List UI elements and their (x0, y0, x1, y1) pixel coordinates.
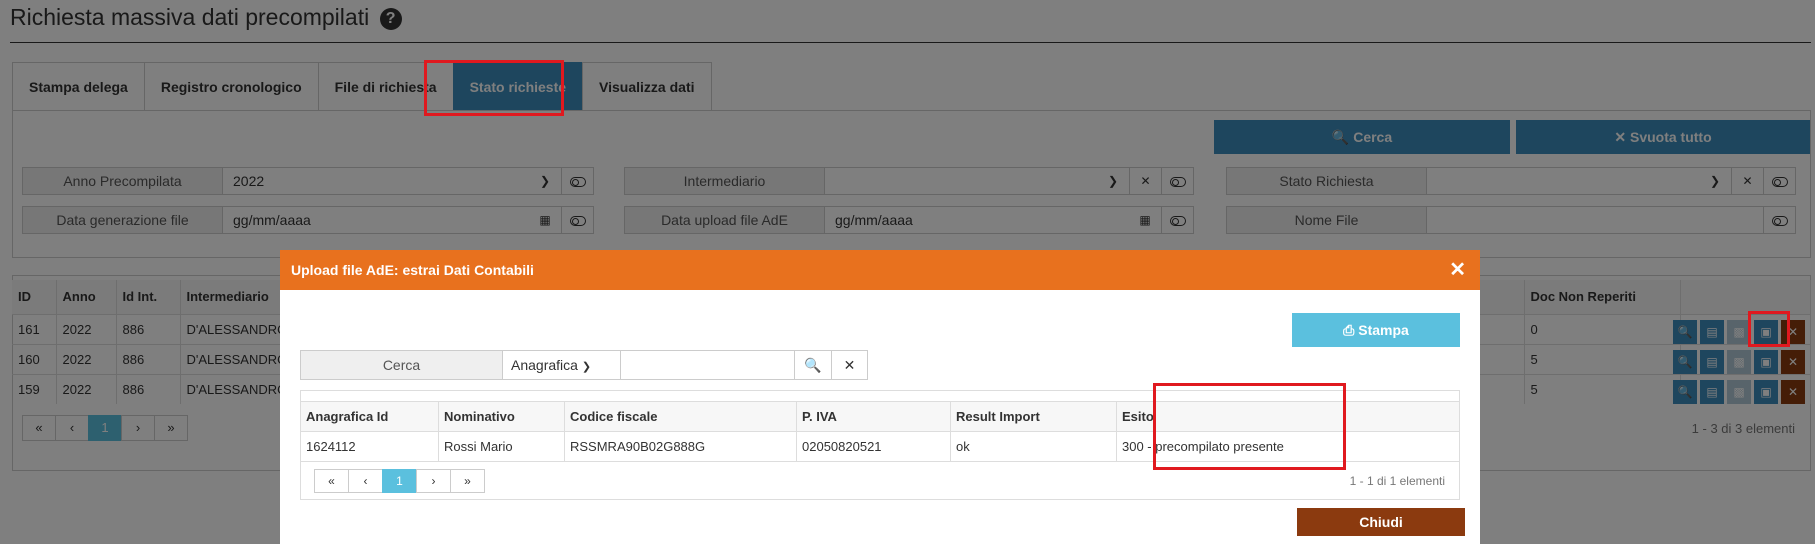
col-header-result-import[interactable]: Result Import (950, 401, 1117, 432)
col-header-piva[interactable]: P. IVA (796, 401, 951, 432)
modal-search-input[interactable] (621, 351, 795, 379)
modal-pager: « ‹ 1 › » (314, 469, 485, 493)
tab-annotation-highlight (424, 60, 564, 116)
row-action-annotation-highlight (1748, 311, 1790, 347)
esito-annotation-highlight (1153, 383, 1346, 470)
cell-result-import: ok (950, 431, 1117, 462)
modal-header: Upload file AdE: estrai Dati Contabili ✕ (280, 250, 1480, 290)
print-button-label: Stampa (1358, 322, 1409, 338)
modal-search-label: Cerca (301, 351, 503, 379)
modal-title: Upload file AdE: estrai Dati Contabili (291, 262, 534, 278)
cell-piva: 02050820521 (796, 431, 951, 462)
cell-codice-fiscale: RSSMRA90B02G888G (564, 431, 797, 462)
modal-results-count: 1 - 1 di 1 elementi (1349, 474, 1445, 488)
printer-icon: ⎙ (1343, 322, 1355, 338)
pager-last[interactable]: » (450, 469, 485, 493)
col-header-nominativo[interactable]: Nominativo (438, 401, 565, 432)
upload-file-modal: Upload file AdE: estrai Dati Contabili ✕… (280, 250, 1480, 544)
pager-current[interactable]: 1 (382, 469, 417, 493)
close-icon[interactable]: ✕ (1449, 250, 1466, 290)
close-modal-button[interactable]: Chiudi (1297, 508, 1465, 536)
modal-search-select-value: Anagrafica (511, 357, 578, 373)
pager-next[interactable]: › (416, 469, 451, 493)
col-header-codice-fiscale[interactable]: Codice fiscale (564, 401, 797, 432)
chevron-down-icon: ❯ (581, 361, 592, 373)
col-header-anagrafica-id[interactable]: Anagrafica Id (300, 401, 439, 432)
print-button[interactable]: ⎙ Stampa (1292, 313, 1460, 347)
cell-anagrafica-id: 1624112 (300, 431, 439, 462)
pager-prev[interactable]: ‹ (348, 469, 383, 493)
clear-icon[interactable]: ✕ (831, 351, 867, 379)
search-icon[interactable]: 🔍 (795, 351, 831, 379)
pager-first[interactable]: « (314, 469, 349, 493)
modal-search-field-select[interactable]: Anagrafica ❯ (503, 351, 621, 379)
modal-search-row: Cerca Anagrafica ❯ 🔍 ✕ (300, 350, 868, 380)
cell-nominativo: Rossi Mario (438, 431, 565, 462)
